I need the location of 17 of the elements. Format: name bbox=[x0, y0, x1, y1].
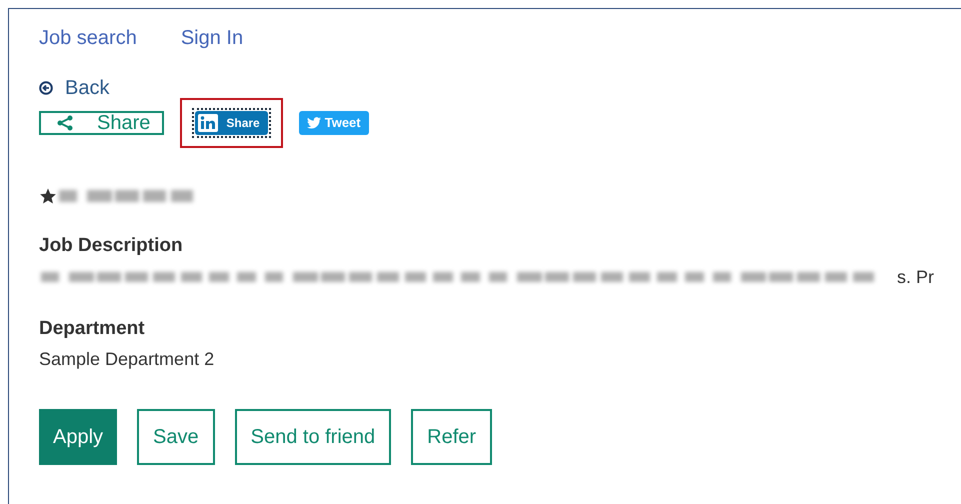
bird-icon bbox=[306, 117, 321, 129]
section-heading: Job Description bbox=[39, 234, 184, 258]
action-button[interactable]: Send to friend bbox=[234, 409, 392, 465]
linkedin-share-button[interactable]: Share bbox=[195, 111, 268, 135]
nav-link[interactable]: Job search bbox=[39, 23, 137, 53]
section-heading: Department bbox=[39, 316, 146, 340]
action-button[interactable]: Save bbox=[137, 409, 215, 465]
action-button[interactable]: Apply bbox=[39, 409, 118, 465]
section-text: s. Pr bbox=[897, 266, 934, 288]
share-icon bbox=[57, 115, 73, 131]
action-button[interactable]: Refer bbox=[411, 409, 492, 465]
back-link[interactable]: Back bbox=[39, 73, 110, 103]
section-text: Sample Department 2 bbox=[39, 348, 214, 371]
linkedin-logo-icon bbox=[198, 114, 218, 132]
nav-link[interactable]: Sign In bbox=[180, 23, 244, 53]
tweet-button[interactable]: Tweet bbox=[298, 111, 369, 135]
share-button[interactable]: Share bbox=[39, 111, 164, 135]
